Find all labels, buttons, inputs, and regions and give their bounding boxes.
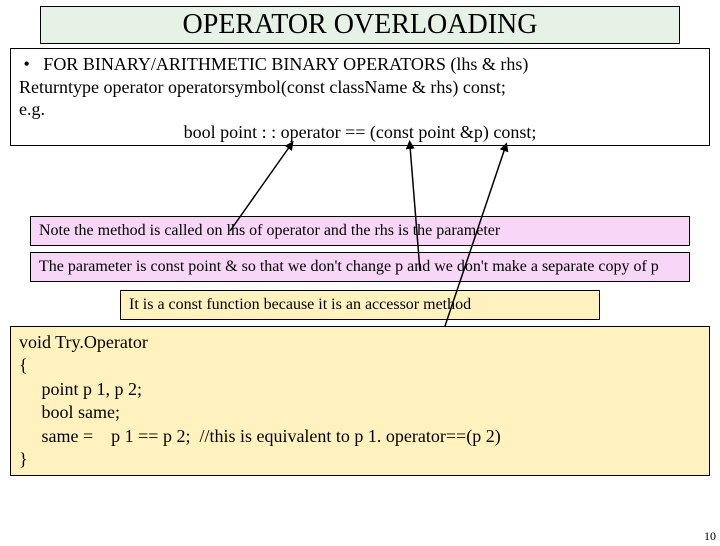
note-pink-1: Note the method is called on lhs of oper… [30,216,690,246]
slide-number: 10 [704,529,716,544]
intro-box: • FOR BINARY/ARITHMETIC BINARY OPERATORS… [10,48,710,146]
intro-line-3: e.g. [19,98,701,121]
intro-line-2: Returntype operator operatorsymbol(const… [19,76,701,99]
note-yellow: It is a const function because it is an … [120,290,600,320]
intro-line-4: bool point : : operator == (const point … [19,121,701,144]
note-pink-2: The parameter is const point & so that w… [30,252,690,282]
intro-line-1: • FOR BINARY/ARITHMETIC BINARY OPERATORS… [19,53,701,76]
slide-title: OPERATOR OVERLOADING [40,6,680,44]
code-box: void Try.Operator { point p 1, p 2; bool… [10,326,710,476]
